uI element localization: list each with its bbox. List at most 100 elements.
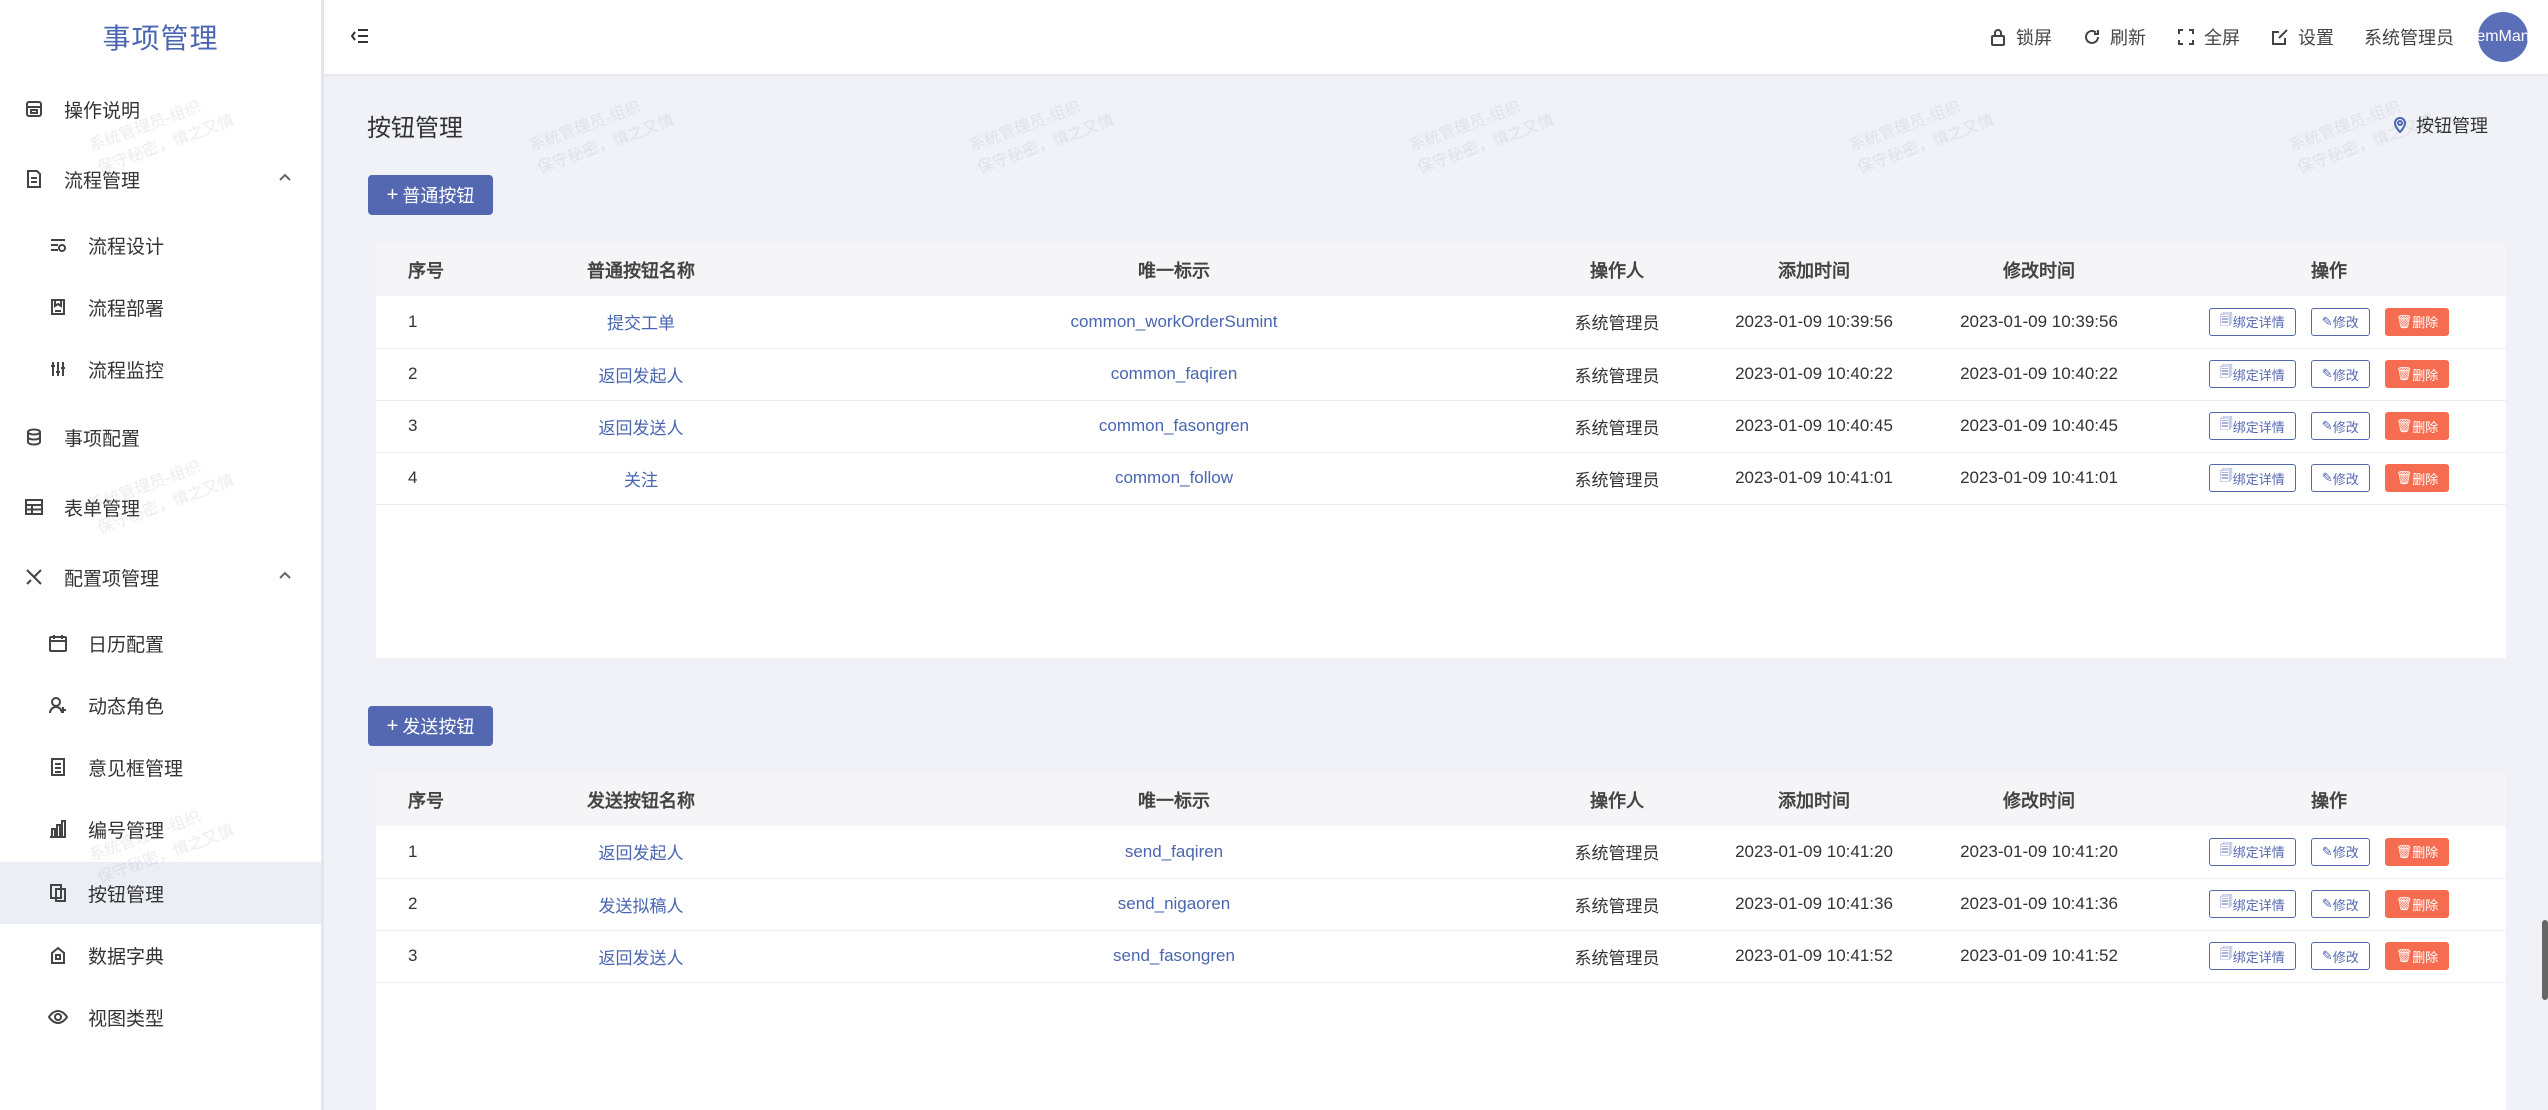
cell-operator: 系统管理员 — [1574, 948, 1660, 968]
cell-index: 2 — [408, 894, 418, 913]
edit-button[interactable]: ✎ 修改 — [2310, 942, 2370, 970]
database-icon — [22, 425, 46, 449]
col-header-modified: 修改时间 — [2003, 791, 2075, 811]
bind-detail-button[interactable]: 🗐 绑定详情 — [2208, 307, 2296, 336]
cell-key[interactable]: common_follow — [816, 452, 1532, 504]
cell-name[interactable]: 返回发起人 — [466, 826, 816, 878]
table-row: 2 返回发起人 common_faqiren 系统管理员 2023-01-09 … — [376, 348, 2506, 400]
sidebar-item-label: 数据字典 — [88, 946, 165, 968]
sidebar-item-opinion-box[interactable]: 意见框管理 — [0, 736, 321, 798]
cell-modified: 2023-01-09 10:39:56 — [1960, 311, 2118, 331]
cell-index: 3 — [408, 416, 418, 435]
sidebar-item-numbering[interactable]: 编号管理 — [0, 798, 321, 860]
eye-icon — [46, 1005, 70, 1029]
location-pin-icon — [2393, 117, 2407, 133]
cell-key[interactable]: common_workOrderSumint — [816, 296, 1532, 348]
sidebar-item-manual[interactable]: 操作说明 — [0, 78, 321, 140]
sidebar-item-data-dictionary[interactable]: 数据字典 — [0, 924, 321, 986]
sidebar-item-label: 视图类型 — [88, 1008, 165, 1030]
col-header-name: 普通按钮名称 — [587, 261, 695, 281]
sidebar-item-label: 流程设计 — [88, 236, 165, 258]
table-row: 2 发送拟稿人 send_nigaoren 系统管理员 2023-01-09 1… — [376, 878, 2506, 930]
cell-key[interactable]: send_fasongren — [816, 930, 1532, 982]
sidebar-item-button-management[interactable]: 按钮管理 — [0, 862, 321, 924]
cell-key[interactable]: send_faqiren — [816, 826, 1532, 878]
bind-detail-button[interactable]: 🗐 绑定详情 — [2208, 360, 2296, 388]
sidebar-item-label: 操作说明 — [64, 100, 141, 122]
user-add-icon — [46, 693, 70, 717]
cell-name[interactable]: 返回发起人 — [466, 348, 816, 400]
edit-button[interactable]: ✎ 修改 — [2310, 837, 2370, 866]
sidebar-item-dynamic-role[interactable]: 动态角色 — [0, 674, 321, 736]
flow-deploy-icon — [46, 295, 70, 319]
refresh-label: 刷新 — [2110, 28, 2146, 48]
col-header-key: 唯一标示 — [1138, 791, 1210, 811]
edit-button[interactable]: ✎ 修改 — [2310, 360, 2370, 388]
cell-modified: 2023-01-09 10:41:01 — [1960, 468, 2118, 487]
dict-icon — [46, 943, 70, 967]
cell-added: 2023-01-09 10:41:20 — [1735, 841, 1893, 861]
sidebar-item-view-type[interactable]: 视图类型 — [0, 986, 321, 1048]
sidebar-item-flow-design[interactable]: 流程设计 — [0, 214, 321, 276]
delete-button[interactable]: 🗑 删除 — [2384, 942, 2450, 970]
flow-design-icon — [46, 233, 70, 257]
edit-button[interactable]: ✎ 修改 — [2310, 464, 2370, 492]
table-row: 4 关注 common_follow 系统管理员 2023-01-09 10:4… — [376, 452, 2506, 504]
col-header-operator: 操作人 — [1590, 791, 1644, 811]
bind-detail-button[interactable]: 🗐 绑定详情 — [2208, 890, 2296, 918]
bind-detail-button[interactable]: 🗐 绑定详情 — [2208, 464, 2296, 492]
sidebar-item-label: 流程管理 — [64, 170, 141, 192]
settings-button[interactable]: 设置 — [2270, 24, 2334, 50]
cell-key[interactable]: send_nigaoren — [816, 878, 1532, 930]
delete-button[interactable]: 🗑 删除 — [2384, 360, 2450, 388]
col-header-index: 序号 — [408, 261, 444, 281]
delete-button[interactable]: 🗑 删除 — [2384, 464, 2450, 492]
cell-name[interactable]: 发送拟稿人 — [466, 878, 816, 930]
sidebar-item-matter-config[interactable]: 事项配置 — [0, 406, 321, 468]
bind-detail-button[interactable]: 🗐 绑定详情 — [2208, 412, 2296, 440]
manual-icon — [22, 97, 46, 121]
delete-button[interactable]: 🗑 删除 — [2384, 890, 2450, 918]
cell-name[interactable]: 返回发送人 — [466, 930, 816, 982]
cell-key[interactable]: common_fasongren — [816, 400, 1532, 452]
cell-name[interactable]: 关注 — [466, 452, 816, 504]
table-icon — [22, 495, 46, 519]
delete-button[interactable]: 🗑 删除 — [2384, 307, 2450, 336]
table-header-row: 序号 普通按钮名称 唯一标示 操作人 添加时间 修改时间 操作 — [376, 244, 2506, 296]
edit-button[interactable]: ✎ 修改 — [2310, 412, 2370, 440]
table-row: 1 提交工单 common_workOrderSumint 系统管理员 2023… — [376, 296, 2506, 348]
collapse-menu-icon[interactable] — [348, 24, 372, 48]
watermark: 系统管理员-组织保守秘密，慎之又慎 — [967, 98, 1117, 178]
sidebar-item-flow-deploy[interactable]: 流程部署 — [0, 276, 321, 338]
cell-name[interactable]: 提交工单 — [466, 296, 816, 348]
fullscreen-icon — [2178, 29, 2194, 45]
edit-button[interactable]: ✎ 修改 — [2310, 890, 2370, 918]
delete-button[interactable]: 🗑 删除 — [2384, 412, 2450, 440]
cell-name[interactable]: 返回发送人 — [466, 400, 816, 452]
scrollbar-thumb[interactable] — [2542, 920, 2548, 1000]
cell-operator: 系统管理员 — [1574, 366, 1660, 386]
table-row: 1 返回发起人 send_faqiren 系统管理员 2023-01-09 10… — [376, 826, 2506, 878]
app-title: 事项管理 — [102, 23, 219, 54]
bind-detail-button[interactable]: 🗐 绑定详情 — [2208, 942, 2296, 970]
sidebar-item-config-management[interactable]: 配置项管理 — [0, 546, 321, 608]
cell-operator: 系统管理员 — [1574, 418, 1660, 438]
sidebar-item-flow-monitor[interactable]: 流程监控 — [0, 338, 321, 400]
bind-detail-button[interactable]: 🗐 绑定详情 — [2208, 837, 2296, 866]
sidebar-item-flow-management[interactable]: 流程管理 — [0, 148, 321, 210]
fullscreen-button[interactable]: 全屏 — [2176, 24, 2240, 50]
avatar[interactable]: emMan — [2478, 12, 2528, 62]
add-send-button[interactable]: + 发送按钮 — [368, 706, 493, 746]
edit-button[interactable]: ✎ 修改 — [2310, 307, 2370, 336]
user-name[interactable]: 系统管理员 — [2364, 24, 2454, 50]
delete-button[interactable]: 🗑 删除 — [2384, 837, 2450, 866]
sidebar-item-calendar[interactable]: 日历配置 — [0, 612, 321, 674]
lock-screen-button[interactable]: 锁屏 — [1988, 24, 2052, 50]
cell-operator: 系统管理员 — [1574, 314, 1660, 334]
add-common-button[interactable]: + 普通按钮 — [368, 175, 493, 215]
cell-added: 2023-01-09 10:41:01 — [1735, 468, 1893, 487]
refresh-button[interactable]: 刷新 — [2082, 24, 2146, 50]
cell-key[interactable]: common_faqiren — [816, 348, 1532, 400]
table-header-row: 序号 发送按钮名称 唯一标示 操作人 添加时间 修改时间 操作 — [376, 774, 2506, 826]
sidebar-item-form-management[interactable]: 表单管理 — [0, 476, 321, 538]
